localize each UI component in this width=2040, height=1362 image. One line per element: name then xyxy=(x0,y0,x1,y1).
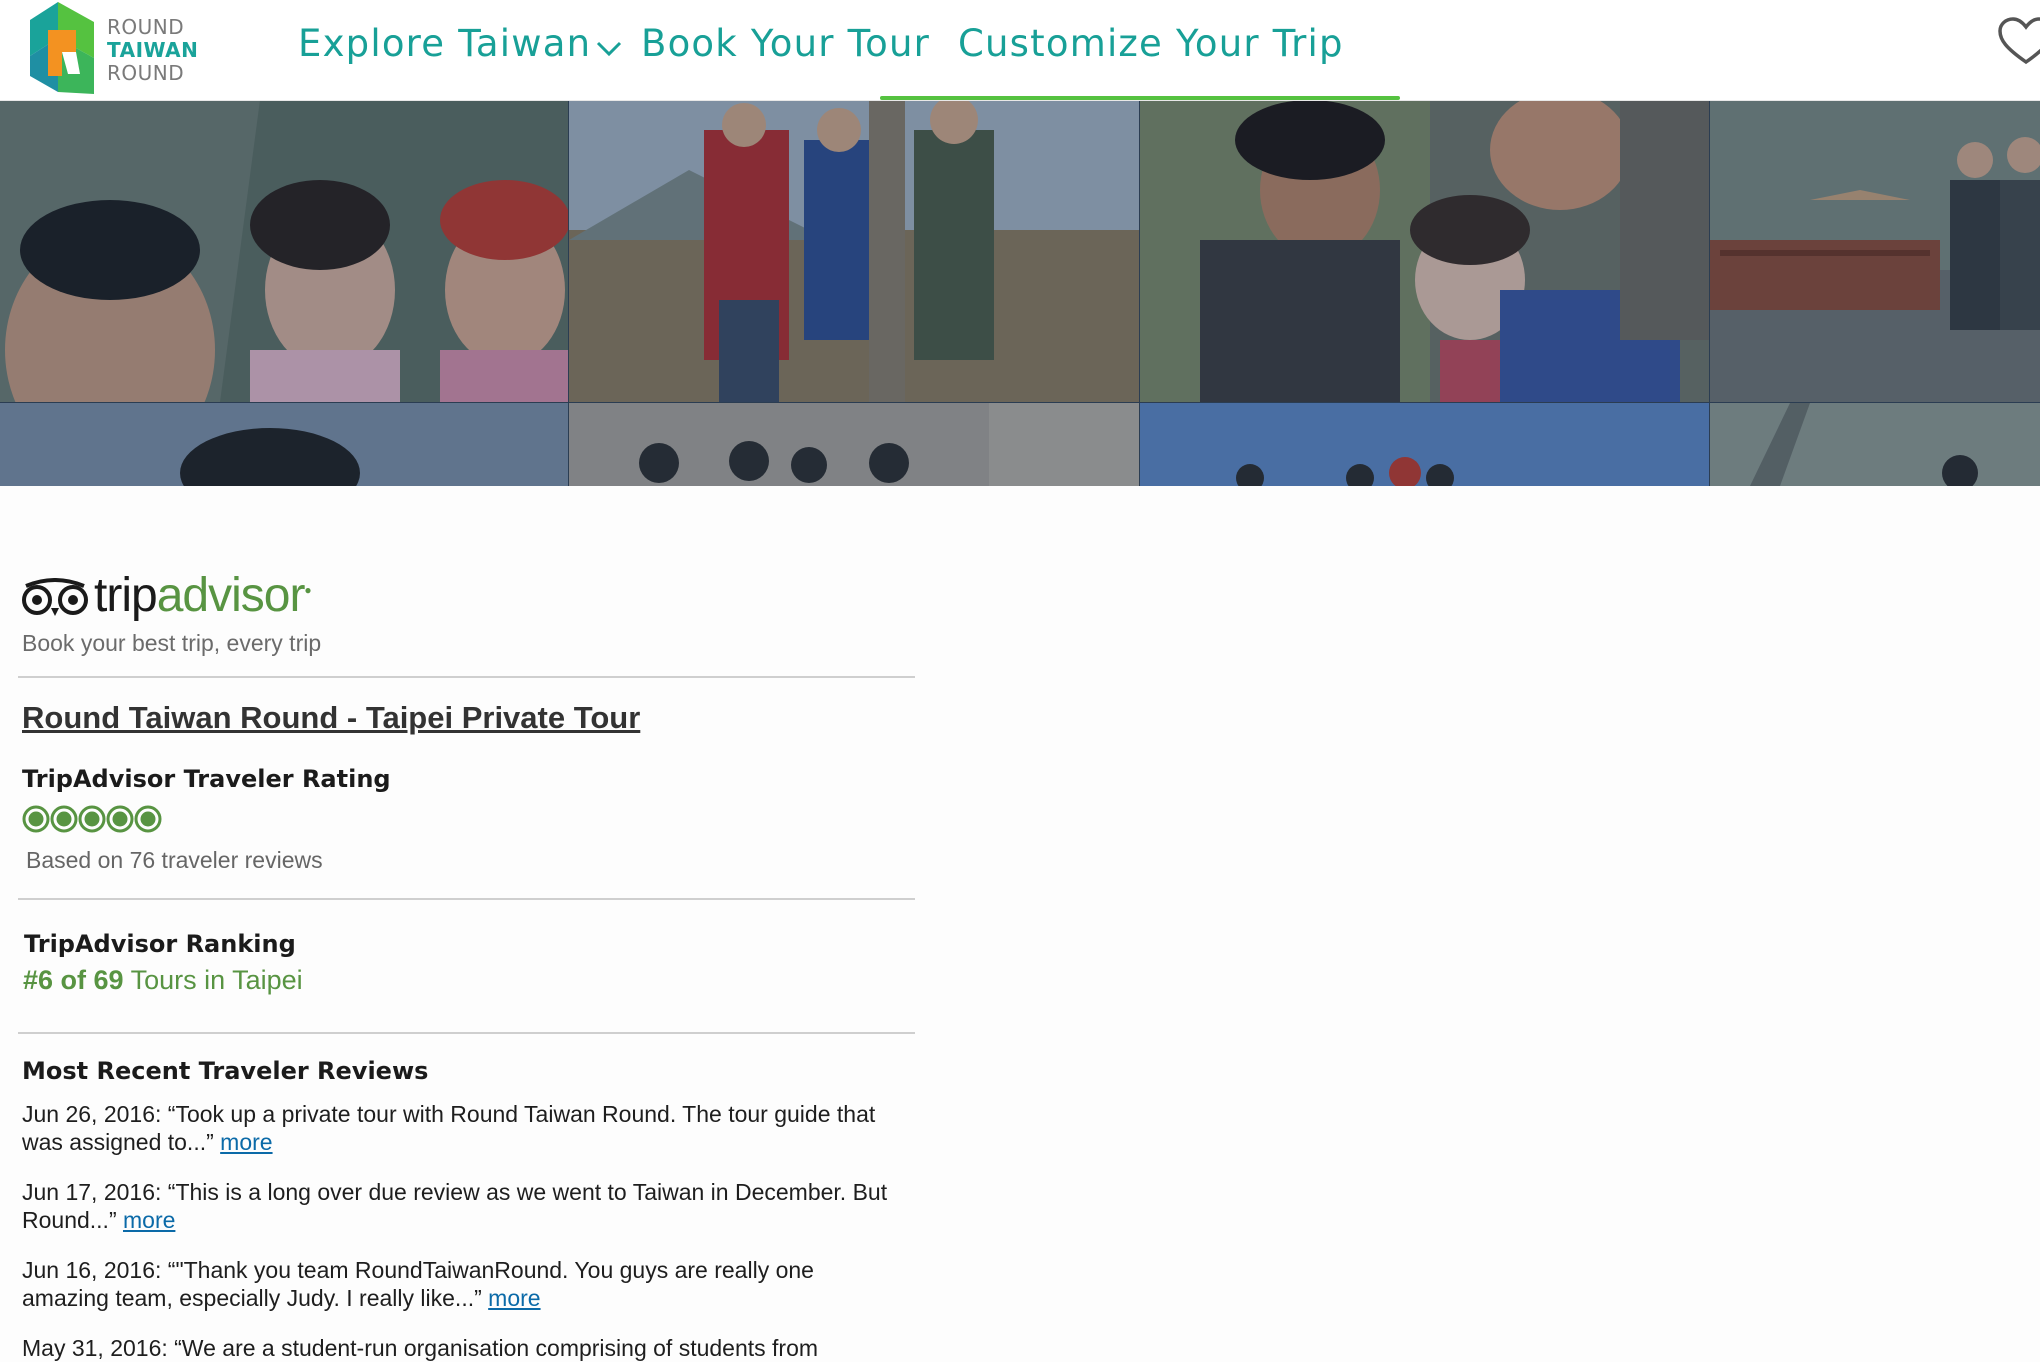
photo-tile-3 xyxy=(1140,100,1709,402)
nav-explore-taiwan-label: Explore Taiwan xyxy=(298,22,592,65)
nav-book-your-tour[interactable]: Book Your Tour xyxy=(641,22,930,65)
wordmark-advisor: advisor xyxy=(156,569,306,622)
owl-icon xyxy=(22,578,88,616)
review-more-link[interactable]: more xyxy=(220,1129,272,1155)
wordmark-trip: trip xyxy=(94,569,158,622)
review-item: Jun 17, 2016: “This is a long over due r… xyxy=(22,1178,902,1234)
photo-tile-1 xyxy=(0,100,568,402)
nav-explore-taiwan[interactable]: Explore Taiwan xyxy=(298,22,623,67)
logo-line-1: ROUND xyxy=(107,15,185,39)
nav-customize-your-trip[interactable]: Customize Your Trip xyxy=(958,22,1344,65)
rating-bubbles xyxy=(22,804,166,839)
ranking-label: TripAdvisor Ranking xyxy=(24,930,296,958)
tour-title-link[interactable]: Round Taiwan Round - Taipei Private Tour xyxy=(22,700,640,736)
photo-tile-5 xyxy=(0,403,568,486)
nav-active-indicator xyxy=(880,96,1400,100)
photo-tile-8 xyxy=(1710,403,2040,486)
review-count: Based on 76 traveler reviews xyxy=(26,847,323,873)
chevron-down-icon xyxy=(595,24,623,67)
review-item: Jun 16, 2016: “"Thank you team RoundTaiw… xyxy=(22,1256,902,1312)
review-text: Jun 26, 2016: “Took up a private tour wi… xyxy=(22,1101,876,1155)
photo-tile-4 xyxy=(1710,100,2040,402)
divider xyxy=(18,1032,915,1034)
review-text: Jun 16, 2016: “"Thank you team RoundTaiw… xyxy=(22,1257,814,1311)
photo-tile-6 xyxy=(569,403,1139,486)
rating-label: TripAdvisor Traveler Rating xyxy=(22,765,391,793)
photo-tile-7 xyxy=(1140,403,1709,486)
tripadvisor-wordmark: tripadvisor● xyxy=(94,568,312,623)
logo-line-2: TAIWAN xyxy=(107,38,199,62)
tripadvisor-tagline: Book your best trip, every trip xyxy=(22,630,322,656)
logo-mark-icon xyxy=(30,2,94,94)
review-item: Jun 26, 2016: “Took up a private tour wi… xyxy=(22,1100,902,1156)
logo-line-3: ROUND xyxy=(107,61,185,85)
hero-photo-collage xyxy=(0,100,2040,486)
review-more-link[interactable]: more xyxy=(123,1207,175,1233)
review-item: May 31, 2016: “We are a student-run orga… xyxy=(22,1334,902,1362)
ranking-rank: #6 of 69 xyxy=(23,965,124,995)
divider xyxy=(18,898,915,900)
photo-tile-2 xyxy=(569,100,1139,402)
divider xyxy=(18,676,915,678)
heart-icon[interactable] xyxy=(1996,16,2040,73)
ranking-value: #6 of 69 Tours in Taipei xyxy=(23,965,303,996)
reviews-heading: Most Recent Traveler Reviews xyxy=(22,1057,429,1085)
site-logo[interactable]: ROUND TAIWAN ROUND xyxy=(28,0,208,96)
ranking-category: Tours in Taipei xyxy=(130,965,303,995)
registered-mark: ● xyxy=(304,583,311,597)
review-text: May 31, 2016: “We are a student-run orga… xyxy=(22,1335,819,1361)
review-more-link[interactable]: more xyxy=(488,1285,540,1311)
site-header: ROUND TAIWAN ROUND Explore Taiwan Book Y… xyxy=(0,0,2040,101)
logo-wordmark: ROUND TAIWAN ROUND xyxy=(107,16,198,85)
